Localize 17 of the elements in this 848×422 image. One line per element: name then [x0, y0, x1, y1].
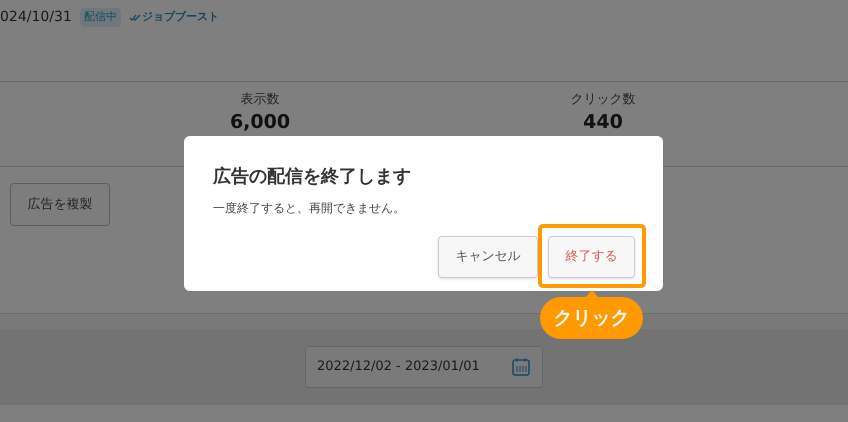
cancel-button[interactable]: キャンセル — [438, 236, 538, 278]
calendar-icon[interactable] — [511, 357, 531, 377]
dialog-message: 一度終了すると、再開できません。 — [213, 200, 406, 217]
callout-label: クリック — [540, 297, 643, 339]
date-range-value: 2022/12/02 - 2023/01/01 — [317, 358, 480, 376]
stat-label: クリック数 — [570, 91, 636, 109]
stat-value: 6,000 — [230, 110, 290, 134]
check-icon — [128, 14, 141, 22]
stat-value: 440 — [583, 110, 623, 134]
dialog-title: 広告の配信を終了します — [213, 165, 412, 189]
date-range-field[interactable]: 2022/12/02 - 2023/01/01 — [305, 346, 543, 388]
boost-label: ジョブブースト — [142, 9, 219, 26]
stat-label: 表示数 — [240, 91, 280, 109]
duplicate-ad-button[interactable]: 広告を複製 — [10, 183, 110, 226]
status-badge: 配信中 — [80, 8, 121, 27]
date-text: 024/10/31 — [0, 8, 72, 27]
end-button[interactable]: 終了する — [548, 236, 635, 278]
